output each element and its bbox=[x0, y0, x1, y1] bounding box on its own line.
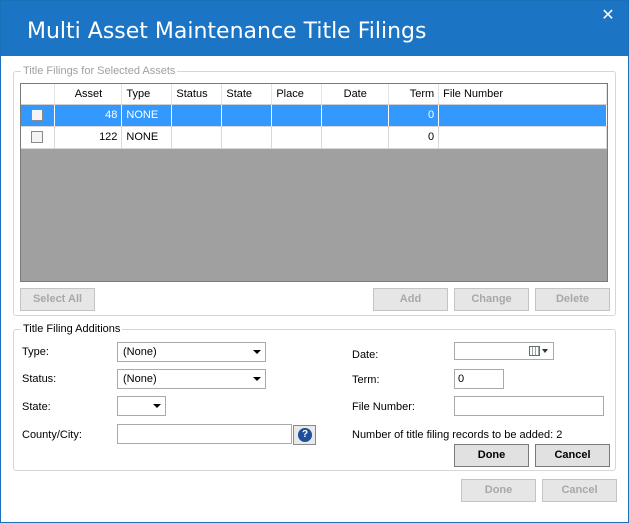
table-row[interactable]: 48 NONE 0 bbox=[21, 104, 607, 127]
cell-status bbox=[171, 104, 223, 127]
cell-term: 0 bbox=[388, 104, 440, 127]
state-select[interactable] bbox=[117, 396, 166, 416]
county-label: County/City: bbox=[22, 429, 82, 441]
grid-header-term[interactable]: Term bbox=[388, 84, 440, 105]
filings-grid[interactable]: Asset Type Status State Place Date Term … bbox=[20, 83, 608, 282]
cell-status bbox=[171, 126, 223, 149]
window-title: Multi Asset Maintenance Title Filings bbox=[27, 19, 427, 44]
cell-state bbox=[221, 126, 273, 149]
help-icon: ? bbox=[298, 428, 312, 442]
row-checkbox[interactable] bbox=[31, 109, 43, 122]
cell-file-number bbox=[438, 126, 607, 149]
grid-header-file-number[interactable]: File Number bbox=[438, 84, 607, 105]
grid-header-type[interactable]: Type bbox=[121, 84, 173, 105]
close-icon[interactable]: ✕ bbox=[600, 8, 616, 24]
type-label: Type: bbox=[22, 346, 49, 358]
additions-group-legend: Title Filing Additions bbox=[21, 323, 123, 335]
cell-date bbox=[321, 104, 390, 127]
delete-button[interactable]: Delete bbox=[535, 288, 610, 311]
footer-done-button[interactable]: Done bbox=[461, 479, 536, 502]
file-number-label: File Number: bbox=[352, 401, 415, 413]
cell-type: NONE bbox=[121, 126, 173, 149]
county-help-button[interactable]: ? bbox=[293, 425, 316, 445]
records-count-text: Number of title filing records to be add… bbox=[352, 429, 563, 441]
status-label: Status: bbox=[22, 373, 57, 385]
term-input[interactable]: 0 bbox=[454, 369, 504, 389]
status-select[interactable]: (None) bbox=[117, 369, 266, 389]
type-select-value: (None) bbox=[123, 346, 157, 358]
date-picker-button[interactable] bbox=[529, 345, 551, 359]
grid-header-place[interactable]: Place bbox=[271, 84, 323, 105]
date-picker[interactable] bbox=[454, 342, 554, 360]
date-label: Date: bbox=[352, 349, 379, 361]
cell-asset: 122 bbox=[54, 126, 123, 149]
cell-type: NONE bbox=[121, 104, 173, 127]
select-all-button[interactable]: Select All bbox=[20, 288, 95, 311]
additions-cancel-button[interactable]: Cancel bbox=[535, 444, 610, 467]
chevron-down-icon bbox=[153, 404, 161, 408]
state-label: State: bbox=[22, 401, 51, 413]
cell-term: 0 bbox=[388, 126, 440, 149]
grid-header-status[interactable]: Status bbox=[171, 84, 223, 105]
grid-header-state[interactable]: State bbox=[221, 84, 273, 105]
cell-asset: 48 bbox=[54, 104, 123, 127]
add-button[interactable]: Add bbox=[373, 288, 448, 311]
county-input[interactable] bbox=[117, 424, 292, 444]
change-button[interactable]: Change bbox=[454, 288, 529, 311]
title-bar: Multi Asset Maintenance Title Filings ✕ bbox=[1, 1, 628, 56]
chevron-down-icon bbox=[253, 377, 261, 381]
chevron-down-icon bbox=[253, 350, 261, 354]
footer-cancel-button[interactable]: Cancel bbox=[542, 479, 617, 502]
calendar-icon bbox=[529, 346, 540, 356]
cell-place bbox=[271, 126, 323, 149]
table-row[interactable]: 122 NONE 0 bbox=[21, 126, 607, 149]
cell-place bbox=[271, 104, 323, 127]
grid-header-checkbox bbox=[21, 84, 56, 105]
row-checkbox-cell bbox=[21, 126, 56, 149]
term-label: Term: bbox=[352, 374, 380, 386]
cell-date bbox=[321, 126, 390, 149]
row-checkbox-cell bbox=[21, 104, 56, 127]
type-select[interactable]: (None) bbox=[117, 342, 266, 362]
chevron-down-icon bbox=[542, 349, 548, 353]
row-checkbox[interactable] bbox=[31, 131, 43, 144]
cell-file-number bbox=[438, 104, 607, 127]
file-number-input[interactable] bbox=[454, 396, 604, 416]
title-filings-dialog: Multi Asset Maintenance Title Filings ✕ … bbox=[0, 0, 629, 523]
filings-group-legend: Title Filings for Selected Assets bbox=[21, 65, 178, 77]
status-select-value: (None) bbox=[123, 373, 157, 385]
grid-header-asset[interactable]: Asset bbox=[54, 84, 123, 105]
cell-state bbox=[221, 104, 273, 127]
grid-header-date[interactable]: Date bbox=[321, 84, 390, 105]
additions-done-button[interactable]: Done bbox=[454, 444, 529, 467]
grid-header-row: Asset Type Status State Place Date Term … bbox=[21, 84, 607, 105]
